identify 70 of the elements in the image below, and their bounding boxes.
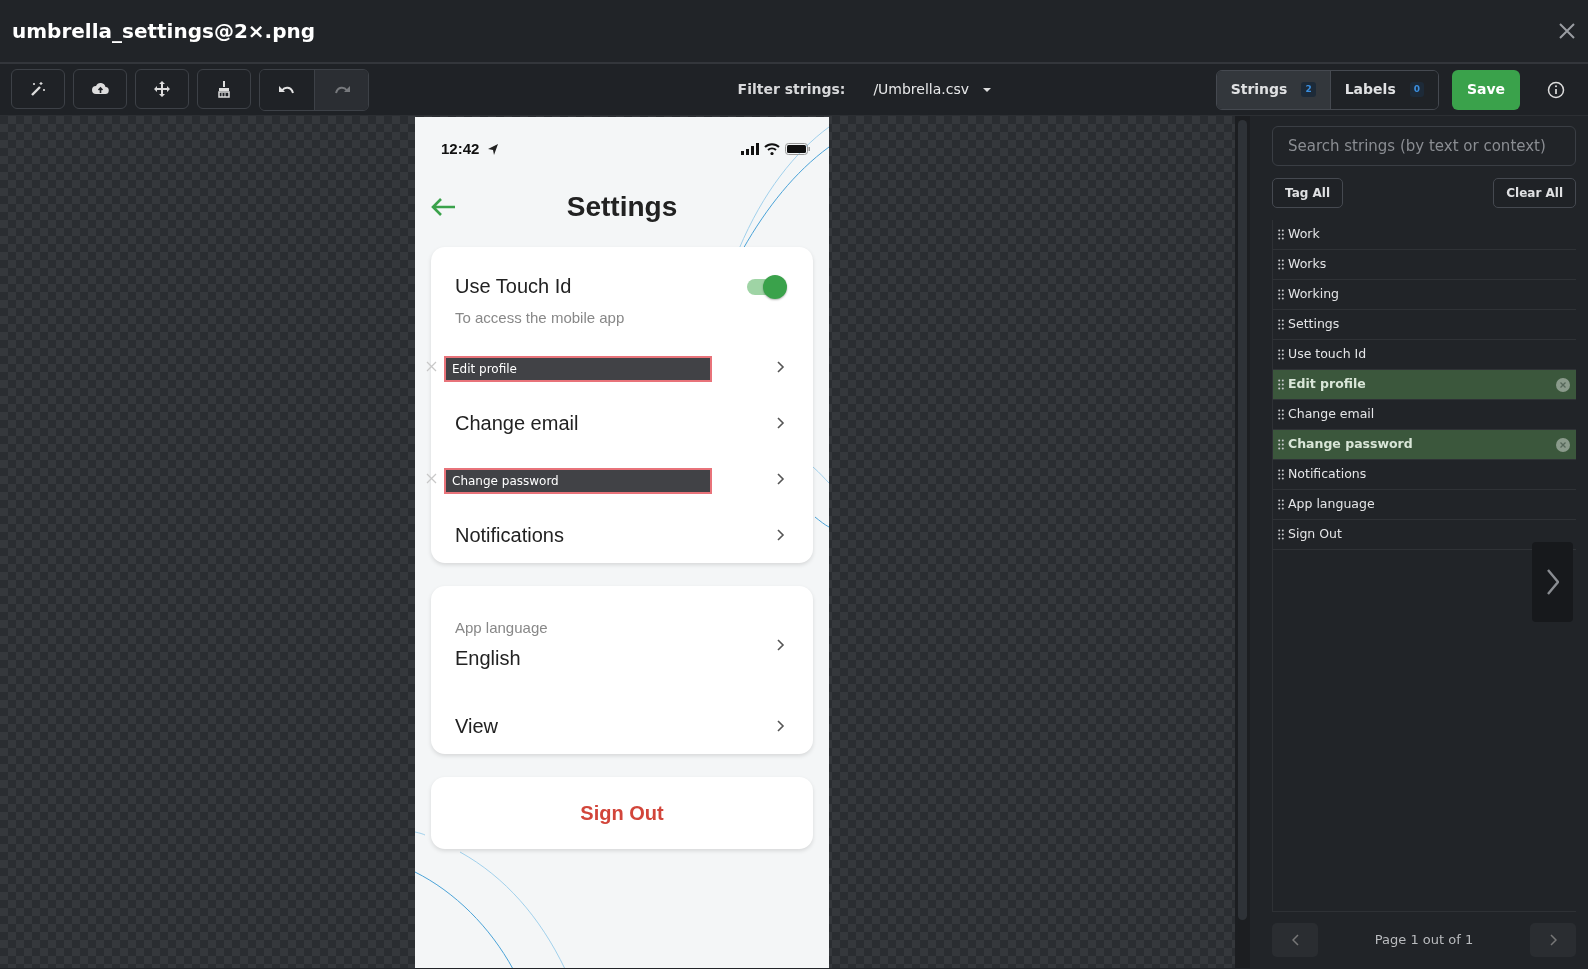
next-panel-button[interactable]	[1532, 542, 1573, 622]
string-row[interactable]: Notifications	[1273, 460, 1576, 490]
remove-icon[interactable]	[1556, 437, 1570, 452]
setting-label: Use Touch Id	[455, 274, 573, 299]
drag-handle-icon[interactable]	[1278, 319, 1284, 330]
chevron-right-icon	[1549, 934, 1557, 946]
signal-icon	[741, 143, 759, 155]
chevron-right-icon	[777, 361, 785, 373]
sign-out-button[interactable]: Sign Out	[580, 798, 664, 828]
string-tag[interactable]: Change password	[444, 468, 712, 494]
count-badge: 0	[1409, 81, 1424, 98]
drag-handle-icon[interactable]	[1278, 439, 1284, 450]
redo-icon	[333, 85, 350, 94]
close-icon[interactable]	[1558, 22, 1576, 40]
screen-title: Settings	[566, 190, 678, 224]
string-row[interactable]: Work	[1273, 220, 1576, 250]
tab[interactable]: Strings 2	[1216, 70, 1330, 109]
move-arrows-icon	[153, 79, 171, 98]
battery-icon	[785, 143, 811, 155]
setting-label[interactable]: Change email	[455, 408, 579, 438]
drag-handle-icon[interactable]	[1278, 259, 1284, 270]
broom-button[interactable]	[197, 68, 251, 109]
setting-label[interactable]: View	[455, 711, 498, 741]
chevron-right-icon	[777, 417, 785, 429]
setting-description: To access the mobile app	[455, 308, 625, 328]
file-dropdown[interactable]: /Umbrella.csv	[867, 78, 997, 101]
caret-icon	[983, 87, 991, 92]
drag-handle-icon[interactable]	[1278, 289, 1284, 300]
tag-all-button[interactable]: Tag All	[1272, 178, 1344, 208]
chevron-right-icon	[777, 639, 785, 651]
window-title: umbrella_settings@2×.png	[12, 18, 316, 45]
location-arrow-icon	[487, 142, 500, 156]
drag-handle-icon[interactable]	[1278, 499, 1284, 510]
string-row[interactable]: App language	[1273, 490, 1576, 520]
drag-handle-icon[interactable]	[1278, 469, 1284, 480]
setting-label[interactable]: English	[455, 643, 548, 674]
drag-handle-icon[interactable]	[1278, 529, 1284, 540]
chevron-left-icon	[1291, 934, 1299, 946]
drag-handle-icon[interactable]	[1278, 349, 1284, 360]
remove-icon[interactable]	[1556, 377, 1570, 392]
wifi-icon	[764, 143, 780, 155]
chevron-right-icon	[1546, 569, 1559, 595]
clear-all-button[interactable]: Clear All	[1493, 178, 1576, 208]
page-indicator: Page 1 out of 1	[1374, 931, 1474, 950]
filter-label: Filter strings:	[737, 80, 846, 99]
drag-handle-icon[interactable]	[1278, 409, 1284, 420]
string-row[interactable]: Edit profile	[1273, 370, 1576, 400]
string-row[interactable]: Settings	[1273, 310, 1576, 340]
chevron-right-icon	[777, 529, 785, 541]
drag-handle-icon[interactable]	[1278, 379, 1284, 390]
broom-icon	[215, 79, 233, 98]
cloud-upload-button[interactable]	[73, 68, 127, 109]
tab[interactable]: Labels 0	[1329, 70, 1438, 109]
string-row[interactable]: Change password	[1273, 430, 1576, 460]
magic-wand-icon	[29, 79, 47, 98]
chevron-right-icon	[777, 720, 785, 732]
setting-label[interactable]: Notifications	[455, 520, 564, 550]
string-row[interactable]: Working	[1273, 280, 1576, 310]
info-icon[interactable]	[1547, 80, 1565, 99]
search-field[interactable]: Search strings (by text or context)	[1272, 126, 1576, 166]
undo-icon	[279, 85, 295, 94]
status-time: 12:42	[441, 138, 480, 159]
string-row[interactable]: Works	[1273, 250, 1576, 280]
setting-caption: App language	[455, 617, 548, 638]
string-tag[interactable]: Edit profile	[444, 356, 712, 382]
back-arrow-icon[interactable]	[431, 197, 457, 217]
drag-handle-icon[interactable]	[1278, 229, 1284, 240]
chevron-right-icon	[777, 473, 785, 485]
count-badge: 2	[1301, 81, 1316, 98]
move-arrows-button[interactable]	[135, 68, 189, 109]
